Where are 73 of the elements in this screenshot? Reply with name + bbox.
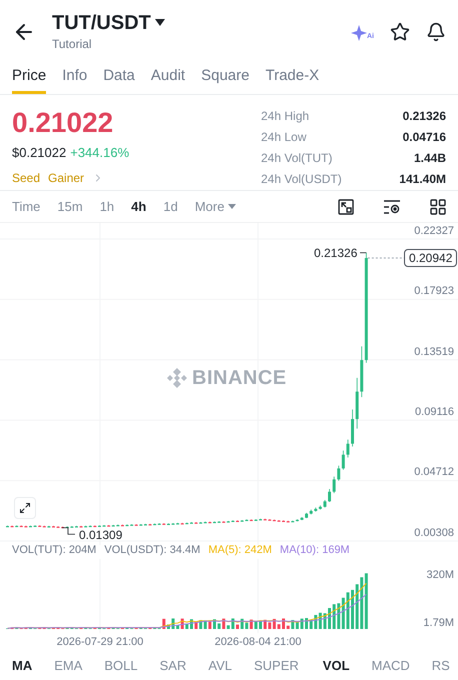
stat-label: 24h Vol(USDT) — [261, 171, 343, 188]
stat-value: 1.44B — [412, 150, 446, 168]
last-price: 0.21022 — [12, 107, 114, 140]
caret-icon — [228, 204, 236, 209]
interval-tab[interactable]: 15m — [57, 196, 83, 216]
tab[interactable]: Trade-X — [265, 59, 320, 94]
pair-title[interactable]: TUT/USDT — [52, 10, 151, 35]
indicator-tab[interactable]: MACD — [372, 656, 410, 676]
low-price-label: 0.01309 — [78, 528, 124, 541]
current-price-tag: 0.20942 — [404, 248, 458, 267]
tag[interactable]: Seed — [12, 168, 40, 187]
tab[interactable]: Data — [103, 59, 135, 94]
axis-label: 1.79M — [423, 616, 454, 632]
leader-line — [367, 257, 404, 258]
axis-label: 0.13519 — [414, 346, 454, 358]
indicator-tab[interactable]: MA — [12, 656, 32, 676]
candlestick — [342, 450, 345, 470]
axis-label: 0.00308 — [414, 528, 454, 539]
fullscreen-button[interactable] — [14, 496, 36, 519]
volume-legend: MA(5): 242M — [208, 542, 272, 559]
interval-tab[interactable]: 4h — [131, 196, 146, 216]
volume-legend: VOL(TUT): 204M — [12, 542, 96, 559]
date-label: 2026-08-04 21:00 — [214, 634, 302, 650]
axis-label: 0.04712 — [414, 467, 454, 478]
candlestick — [332, 476, 336, 494]
tab[interactable]: Price — [12, 59, 46, 94]
chart-watermark: BINANCE — [192, 366, 287, 391]
tab[interactable]: Square — [201, 59, 250, 94]
settings-icon[interactable] — [383, 198, 401, 214]
volume-legend: VOL(USDT): 34.4M — [104, 542, 200, 559]
indicator-tab[interactable]: RS — [432, 656, 450, 676]
stat-value: 141.40M — [399, 171, 446, 188]
candlestick — [337, 465, 340, 482]
date-label: 2026-07-29 21:00 — [56, 634, 144, 650]
indicator-tab[interactable]: SAR — [160, 656, 186, 676]
tab[interactable]: Audit — [150, 59, 186, 94]
logo-icon — [166, 366, 188, 389]
usd-price: $0.21022 — [12, 144, 66, 162]
high-price-label: 0.21326 — [314, 246, 358, 259]
indicator-tab[interactable]: BOLL — [104, 656, 138, 676]
tab[interactable]: Info — [62, 59, 88, 94]
volume-legend: MA(10): 169M — [280, 542, 350, 559]
pair-subtitle: Tutorial — [52, 36, 93, 53]
bell-icon[interactable] — [426, 22, 446, 42]
sparkle-icon[interactable] — [351, 24, 369, 42]
price-change: +344.16% — [70, 144, 130, 162]
indicator-tab[interactable]: VOL — [322, 656, 350, 676]
leader-line — [62, 527, 76, 535]
candlestick — [328, 488, 331, 502]
stat-value: 0.21326 — [402, 108, 446, 126]
chart-expand-icon[interactable] — [338, 198, 354, 214]
stat-label: 24h Vol(TUT) — [261, 150, 334, 168]
more-button[interactable]: More — [194, 196, 236, 216]
leader-line — [360, 252, 367, 253]
caret-icon[interactable] — [154, 19, 165, 26]
interval-tab[interactable]: Time — [12, 196, 40, 216]
axis-label: 0.09116 — [415, 407, 454, 418]
stat-value: 0.04716 — [402, 129, 446, 146]
stat-label: 24h Low — [261, 129, 308, 146]
indicator-tab[interactable]: SUPER — [254, 656, 299, 676]
indicator-tab[interactable]: EMA — [54, 656, 82, 676]
axis-label: 0.17923 — [414, 286, 454, 298]
interval-tab[interactable]: 1d — [163, 196, 178, 216]
candlestick — [346, 439, 350, 458]
grid-icon[interactable] — [430, 198, 446, 214]
star-icon[interactable] — [390, 22, 410, 42]
interval-tab[interactable]: 1h — [100, 196, 114, 216]
axis-label: 0.22327 — [414, 226, 454, 237]
expand-icon — [19, 502, 31, 514]
stat-label: 24h High — [261, 108, 310, 126]
tag[interactable]: Gainer — [48, 168, 84, 187]
axis-label: 320M — [426, 568, 454, 584]
indicator-tab[interactable]: AVL — [208, 656, 232, 676]
